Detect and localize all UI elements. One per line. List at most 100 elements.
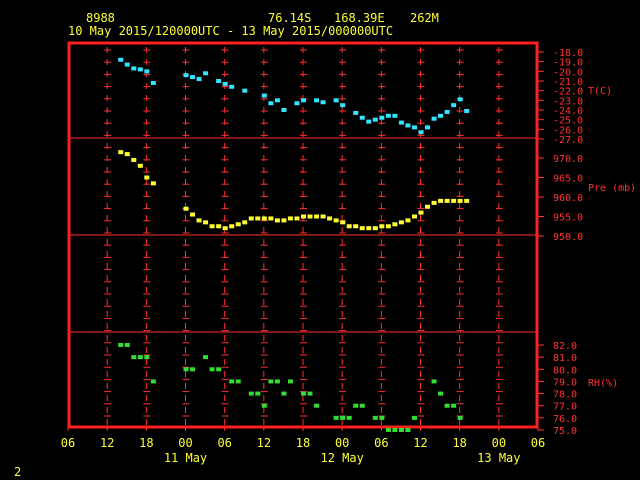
temperature-point [333,98,339,103]
pressure-point [333,218,339,223]
rh-point [150,379,156,384]
x-tick-label: 06 [61,436,75,450]
pressure-point [150,181,156,186]
pressure-point [242,220,248,225]
rh-point [346,415,352,420]
y-tick-label: 80.0 [553,365,577,376]
rh-point [287,379,293,384]
rh-point [431,379,437,384]
temperature-point [222,81,228,86]
temperature-point [124,62,130,67]
x-tick-label: 06 [374,436,388,450]
temperature-point [216,79,222,83]
temperature-point [314,98,320,103]
temperature-point [183,73,189,78]
temperature-point [196,77,202,82]
rh-point [229,379,235,384]
temperature-point [301,98,306,103]
pressure-point [398,220,404,225]
rh-point [451,403,457,408]
rh-point [261,403,267,408]
rh-point [333,415,339,420]
pressure-point [327,216,333,221]
pressure-point [196,218,202,223]
rh-point [124,343,130,347]
rh-point [444,403,450,408]
rh-point [379,415,385,420]
pressure-point [137,163,143,168]
temperature-point [229,84,235,89]
temperature-point [451,103,457,108]
rh-point [216,367,222,372]
y-tick-label: 81.0 [553,353,577,364]
temperature-point [398,120,404,125]
pressure-point [281,218,287,223]
rh-point [411,415,417,420]
temperature-point [359,115,365,120]
temperature-point [268,101,274,106]
temperature-point [150,80,156,85]
temperature-point [457,97,463,102]
temperature-point [379,115,385,120]
pressure-point [372,226,378,231]
pressure-point [457,198,463,203]
pressure-point [144,175,150,180]
rh-point [301,391,306,396]
x-tick-label: 18 [139,436,153,450]
pressure-point [307,214,313,219]
rh-point [398,428,404,432]
pressure-point [229,224,235,229]
rh-point [385,428,391,432]
y-tick-label: 965.0 [553,174,583,185]
temperature-point [131,66,137,71]
y-tick-label: 950.0 [553,232,583,243]
pressure-point [131,157,137,162]
rh-point [372,415,378,420]
rh-point [307,391,313,396]
pressure-point [340,220,346,225]
x-tick-label: 12 [413,436,427,450]
pressure-point [418,210,424,215]
pressure-point [261,216,267,221]
rh-point [340,415,346,420]
x-tick-label: 06 [217,436,231,450]
y-tick-label: 77.0 [553,402,577,413]
pressure-point [385,224,391,229]
temperature-point [464,108,470,113]
temperature-point [294,101,300,106]
x-tick-label: 06 [531,436,545,450]
pressure-point [183,206,189,211]
temperature-point [281,108,287,112]
rh-point [255,391,261,396]
rh-point [203,355,209,360]
x-tick-label: 12 [257,436,271,450]
temperature-point [261,93,267,98]
temperature-point [203,71,209,76]
temperature-point [118,57,124,62]
rh-point [274,379,280,384]
temperature-point [366,119,372,124]
y-tick-label: -27.0 [553,135,583,146]
temperature-point [320,100,326,105]
rh-point [268,379,274,384]
pressure-point [431,200,437,205]
rh-point [131,355,137,360]
pressure-point [425,204,431,209]
pressure-point [118,150,124,155]
pressure-point [287,216,293,221]
rh-point [392,428,398,432]
y-tick-label: 75.0 [553,426,577,437]
temperature-point [190,75,196,80]
rh-point [457,415,463,420]
meteogram-chart: -18.0-19.0-20.0-21.0-22.0-23.0-24.0-25.0… [61,41,636,465]
temperature-point [392,113,398,118]
y-tick-label: 955.0 [553,213,583,224]
pressure-point [255,216,261,221]
temperature-point [444,109,450,114]
pressure-point [190,212,196,217]
pressure-point [203,220,209,225]
y-tick-label: 79.0 [553,377,577,388]
pressure-point [222,226,228,231]
temperature-point [425,125,431,130]
rh-point [248,391,254,396]
